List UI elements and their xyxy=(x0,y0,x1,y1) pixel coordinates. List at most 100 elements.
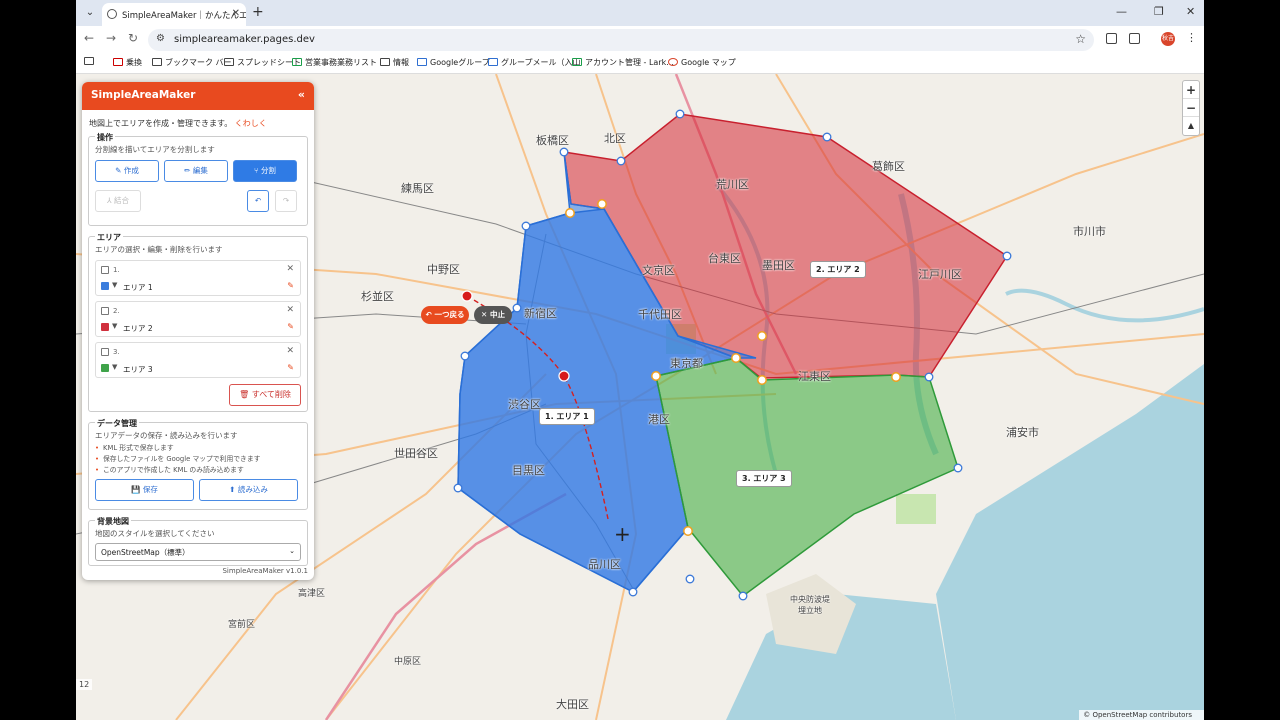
vertex-handle[interactable] xyxy=(685,574,695,584)
split-point[interactable] xyxy=(558,370,570,382)
vertex-handle[interactable] xyxy=(953,463,963,473)
bookmark-item[interactable]: グループメール（入山 xyxy=(488,57,581,68)
area-card[interactable]: 2. ✕ ▼ エリア 2 ✎ xyxy=(95,301,301,337)
midpoint-handle[interactable] xyxy=(731,353,741,363)
restore-icon[interactable]: ❐ xyxy=(1154,5,1164,18)
midpoint-handle[interactable] xyxy=(757,331,767,341)
area-3-label[interactable]: 3. エリア 3 xyxy=(736,470,792,487)
bookmark-item[interactable]: 乗換 xyxy=(113,57,142,68)
details-link[interactable]: くわしく xyxy=(235,119,267,128)
panel-title: SimpleAreaMaker xyxy=(91,89,196,101)
reload-icon[interactable]: ↻ xyxy=(128,31,138,45)
vertex-handle[interactable] xyxy=(675,109,685,119)
merge-button[interactable]: ⅄ 結合 xyxy=(95,190,141,212)
globe-icon xyxy=(107,9,117,19)
place-label: 品川区 xyxy=(588,558,621,571)
area-card[interactable]: 1. ✕ ▼ エリア 1 ✎ xyxy=(95,260,301,296)
place-label: 新宿区 xyxy=(524,307,557,320)
create-button[interactable]: ✎ 作成 xyxy=(95,160,159,182)
site-info-icon[interactable]: ⚙ xyxy=(156,33,165,44)
vertex-handle[interactable] xyxy=(822,132,832,142)
delete-area-icon[interactable]: ✕ xyxy=(286,264,294,274)
back-icon[interactable]: ← xyxy=(84,31,94,45)
basemap-select[interactable]: OpenStreetMap（標準） ⌄ xyxy=(95,543,301,561)
place-label: 江戸川区 xyxy=(918,268,962,281)
forward-icon[interactable]: → xyxy=(106,31,116,45)
delete-area-icon[interactable]: ✕ xyxy=(286,305,294,315)
bookmark-item[interactable]: 営業事務業務リスト xyxy=(292,57,377,68)
color-swatch[interactable] xyxy=(101,282,109,290)
vertex-handle[interactable] xyxy=(460,351,470,361)
area-1-label[interactable]: 1. エリア 1 xyxy=(539,408,595,425)
tab-search-icon[interactable]: ⌄ xyxy=(82,5,98,21)
place-label: 江東区 xyxy=(798,370,831,383)
save-button[interactable]: 💾 保存 xyxy=(95,479,194,501)
vertex-handle[interactable] xyxy=(738,591,748,601)
midpoint-handle[interactable] xyxy=(757,375,767,385)
edit-button[interactable]: ✏ 編集 xyxy=(164,160,228,182)
vertex-handle[interactable] xyxy=(1002,251,1012,261)
area-checkbox[interactable] xyxy=(101,307,109,315)
area-checkbox[interactable] xyxy=(101,348,109,356)
vertex-handle[interactable] xyxy=(628,587,638,597)
undo-point-button[interactable]: ↶ 一つ戻る xyxy=(421,306,469,324)
extension-icon[interactable] xyxy=(1106,33,1117,44)
vertex-handle[interactable] xyxy=(924,372,934,382)
collapse-button[interactable]: « xyxy=(298,88,305,101)
zoom-in-button[interactable]: + xyxy=(1183,81,1199,99)
midpoint-handle[interactable] xyxy=(597,199,607,209)
bookmark-item[interactable]: Google マップ xyxy=(668,57,736,68)
zoom-out-button[interactable]: − xyxy=(1183,99,1199,117)
vertex-handle[interactable] xyxy=(521,221,531,231)
midpoint-handle[interactable] xyxy=(891,372,901,382)
place-label: 杉並区 xyxy=(361,290,394,303)
vertex-handle[interactable] xyxy=(559,147,569,157)
vertex-handle[interactable] xyxy=(512,303,522,313)
undo-button[interactable]: ↶ xyxy=(247,190,269,212)
color-dropdown-icon[interactable]: ▼ xyxy=(112,322,117,330)
color-swatch[interactable] xyxy=(101,364,109,372)
reset-north-button[interactable]: ▲ xyxy=(1183,117,1199,135)
delete-area-icon[interactable]: ✕ xyxy=(286,346,294,356)
bookmark-item[interactable]: スプレッドシート xyxy=(224,57,301,68)
rename-pencil-icon[interactable]: ✎ xyxy=(287,363,294,372)
color-swatch[interactable] xyxy=(101,323,109,331)
new-tab-button[interactable]: + xyxy=(252,4,264,20)
split-point[interactable] xyxy=(461,290,473,302)
attribution[interactable]: © OpenStreetMap contributors xyxy=(1079,710,1204,720)
note-item: このアプリで作成した KML のみ読み込めます xyxy=(95,465,301,476)
color-dropdown-icon[interactable]: ▼ xyxy=(112,281,117,289)
url-field[interactable]: ⚙ simpleareamaker.pages.dev ☆ xyxy=(148,29,1094,51)
apps-icon[interactable] xyxy=(84,57,97,66)
minimize-icon[interactable]: — xyxy=(1116,5,1127,18)
close-tab-icon[interactable]: ✕ xyxy=(232,8,240,19)
redo-button[interactable]: ↷ xyxy=(275,190,297,212)
close-window-icon[interactable]: ✕ xyxy=(1186,5,1195,18)
area-card[interactable]: 3. ✕ ▼ エリア 3 ✎ xyxy=(95,342,301,378)
stop-button[interactable]: ✕ 中止 xyxy=(474,306,512,324)
bookmark-star-icon[interactable]: ☆ xyxy=(1075,32,1086,46)
bookmark-item[interactable]: 情報 xyxy=(380,57,409,68)
area-checkbox[interactable] xyxy=(101,266,109,274)
active-tab[interactable]: SimpleAreaMaker｜かんたんエリ ✕ xyxy=(102,3,246,26)
midpoint-handle[interactable] xyxy=(683,526,693,536)
midpoint-handle[interactable] xyxy=(565,208,575,218)
midpoint-handle[interactable] xyxy=(651,371,661,381)
delete-all-button[interactable]: 🗑 すべて削除 xyxy=(229,384,301,406)
vertex-handle[interactable] xyxy=(616,156,626,166)
color-dropdown-icon[interactable]: ▼ xyxy=(112,363,117,371)
area-3-polygon[interactable] xyxy=(655,357,959,598)
rename-pencil-icon[interactable]: ✎ xyxy=(287,322,294,331)
bookmark-item[interactable]: アカウント管理 - Lark... xyxy=(572,57,674,68)
split-button[interactable]: ⑂ 分割 xyxy=(233,160,297,182)
load-button[interactable]: ⬆ 読み込み xyxy=(199,479,298,501)
profile-avatar[interactable]: 秋吉 xyxy=(1161,32,1175,46)
map-canvas[interactable]: 板橋区 北区 葛飾区 練馬区 荒川区 市川市 中野区 文京区 台東区 墨田区 江… xyxy=(76,74,1204,720)
menu-icon[interactable]: ⋮ xyxy=(1186,31,1197,44)
bookmark-item[interactable]: ブックマーク バー xyxy=(152,57,232,68)
puzzle-icon[interactable] xyxy=(1129,33,1140,44)
area-2-label[interactable]: 2. エリア 2 xyxy=(810,261,866,278)
rename-pencil-icon[interactable]: ✎ xyxy=(287,281,294,290)
bookmark-item[interactable]: Googleグループ xyxy=(417,57,490,68)
vertex-handle[interactable] xyxy=(453,483,463,493)
